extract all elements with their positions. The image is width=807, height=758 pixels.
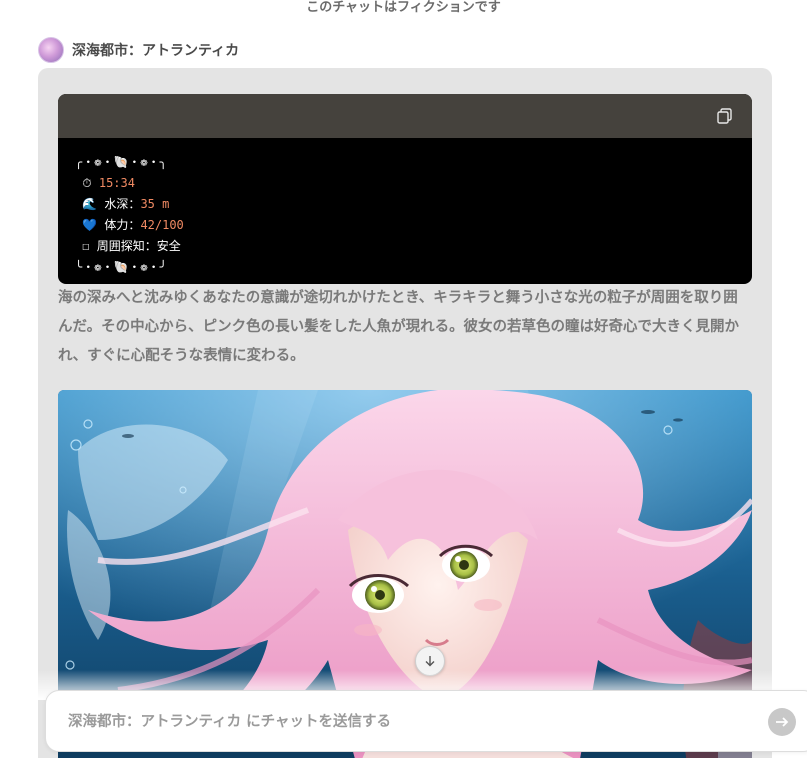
- message-sender: 深海都市：アトランティカ: [38, 37, 239, 63]
- narration-text: 海の深みへと沈みゆくあなたの意識が途切れかけたとき、キラキラと舞う小さな光の粒子…: [58, 290, 740, 364]
- copy-button[interactable]: [716, 107, 734, 125]
- message-bubble: ╭・❁・🐚・❁・╮ ⏱ 15:34 🌊 水深：35 m 💙 体力：42/100 …: [38, 68, 772, 758]
- status-row-depth: 🌊 水深：35 m: [75, 194, 752, 215]
- status-row-surroundings: ☐ 周囲探知：安全: [75, 236, 752, 257]
- fiction-notice: このチャットはフィクションです: [306, 0, 501, 15]
- status-row-time: ⏱ 15:34: [75, 173, 752, 194]
- status-depth-value: 35 m: [140, 197, 170, 211]
- chat-composer: [45, 690, 807, 753]
- status-surroundings-label: 周囲探知：: [96, 239, 157, 253]
- chat-page: このチャットはフィクションです 深海都市：アトランティカ ╭・❁・🐚・❁・╮ ⏱…: [0, 0, 807, 758]
- chat-message-input[interactable]: [66, 691, 760, 753]
- status-hp-label: 体力：: [104, 218, 141, 232]
- status-row-hp: 💙 体力：42/100: [75, 215, 752, 236]
- blue-heart-icon: 💙: [82, 218, 98, 232]
- checkbox-icon: ☐: [82, 239, 90, 253]
- code-top-border: ╭・❁・🐚・❁・╮: [75, 155, 167, 169]
- status-hp-value: 42/100: [140, 218, 184, 232]
- code-block-header: [58, 94, 752, 138]
- avatar[interactable]: [38, 37, 64, 63]
- sender-name: 深海都市：アトランティカ: [72, 43, 240, 59]
- status-code-block: ╭・❁・🐚・❁・╮ ⏱ 15:34 🌊 水深：35 m 💙 体力：42/100 …: [58, 94, 752, 284]
- stopwatch-icon: ⏱: [82, 176, 92, 190]
- status-depth-label: 水深：: [104, 197, 141, 211]
- code-block-body: ╭・❁・🐚・❁・╮ ⏱ 15:34 🌊 水深：35 m 💙 体力：42/100 …: [58, 138, 752, 278]
- send-button[interactable]: [768, 708, 796, 736]
- status-surroundings-value: 安全: [156, 239, 181, 253]
- arrow-right-icon: [776, 717, 789, 727]
- copy-icon: [717, 108, 732, 124]
- arrow-down-icon: [425, 656, 435, 667]
- code-bottom-border: ╰・❁・🐚・❁・╯: [75, 260, 167, 274]
- status-time-value: 15:34: [98, 176, 135, 190]
- wave-icon: 🌊: [82, 197, 98, 211]
